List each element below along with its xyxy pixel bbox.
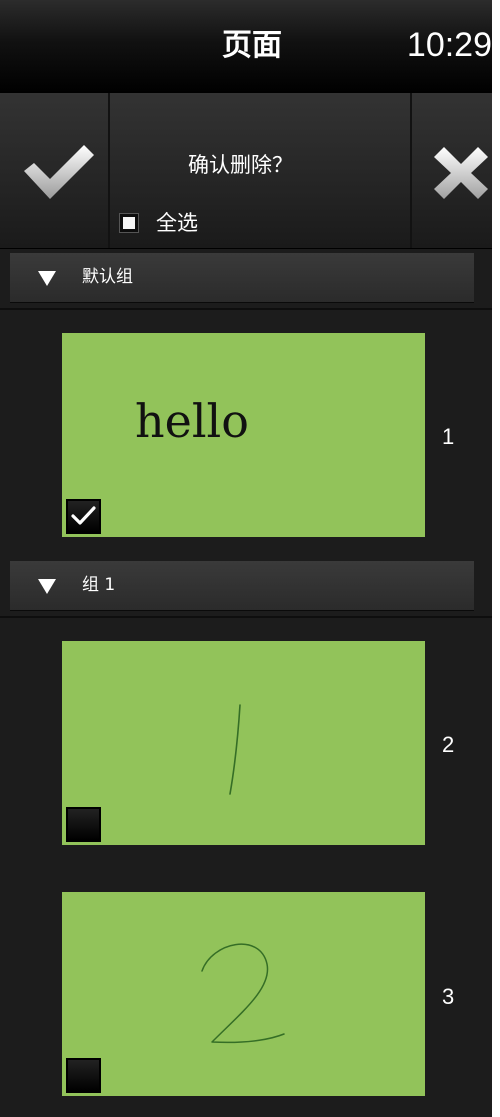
page-content-text: hello	[135, 394, 249, 448]
select-all-checkbox[interactable]: 全选	[120, 210, 198, 236]
page-thumbnail-1[interactable]: hello	[62, 333, 425, 537]
cancel-delete-button[interactable]	[410, 93, 492, 248]
confirm-delete-button[interactable]	[0, 93, 110, 248]
page-thumbnail-2[interactable]	[62, 641, 425, 845]
handwriting-two	[201, 943, 285, 1044]
divider	[0, 616, 492, 618]
title-bar: 页面 10:29	[0, 0, 492, 93]
close-icon	[434, 147, 488, 199]
select-all-label: 全选	[156, 211, 198, 235]
page-number: 3	[442, 984, 455, 1009]
expand-triangle-icon	[38, 271, 56, 286]
clock: 10:29	[406, 26, 492, 64]
expand-triangle-icon	[38, 579, 56, 594]
page-number: 1	[442, 424, 455, 449]
handwriting-slash	[229, 704, 241, 795]
page-thumbnail-3[interactable]	[62, 892, 425, 1096]
confirm-delete-prompt: 确认删除？	[188, 153, 293, 177]
divider	[0, 308, 492, 310]
group-label: 组 1	[82, 575, 116, 595]
group-header-default[interactable]: 默认组	[10, 253, 474, 303]
checkmark-icon	[24, 145, 94, 199]
app-window: 页面 10:29 确认删除？ 全选 默认组 hello 1 组 1 2 3	[0, 0, 492, 1117]
page-select-checkbox[interactable]	[66, 807, 101, 842]
checkmark-icon	[71, 506, 96, 525]
page-number: 2	[442, 732, 455, 757]
delete-confirm-bar: 确认删除？ 全选	[0, 93, 492, 249]
group-header-1[interactable]: 组 1	[10, 561, 474, 611]
page-select-checkbox[interactable]	[66, 1058, 101, 1093]
select-all-box[interactable]	[120, 214, 138, 232]
page-select-checkbox[interactable]	[66, 499, 101, 534]
group-label: 默认组	[82, 267, 133, 287]
page-title: 页面	[222, 28, 282, 63]
